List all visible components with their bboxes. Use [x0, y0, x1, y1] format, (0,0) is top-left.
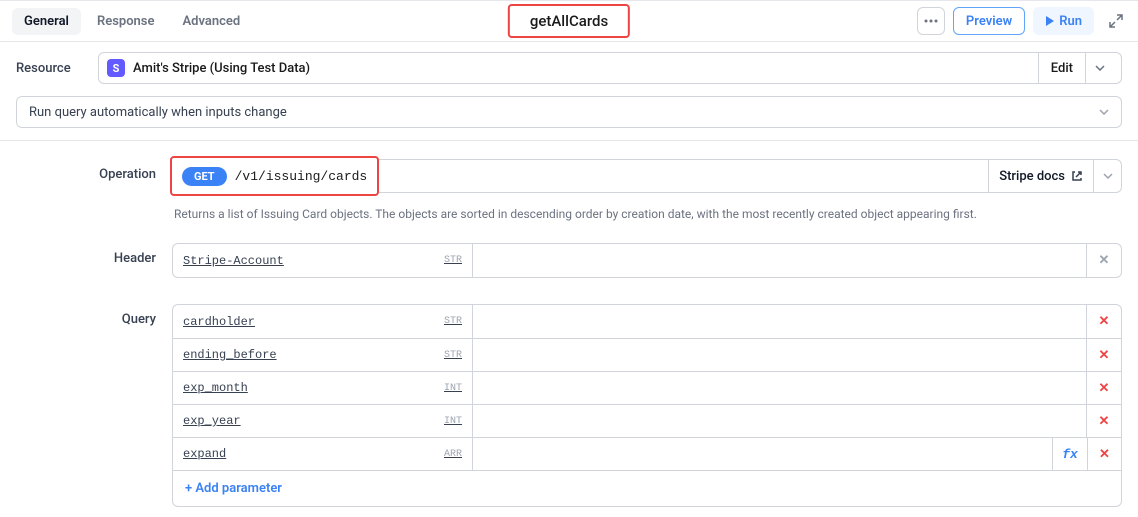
edit-button[interactable]: Edit — [1039, 61, 1085, 76]
resource-name: Amit's Stripe (Using Test Data) — [133, 61, 1030, 76]
remove-query-button[interactable]: ✕ — [1087, 438, 1121, 470]
query-value-input[interactable] — [473, 372, 1087, 404]
header-label: Header — [16, 243, 156, 266]
operation-label: Operation — [16, 159, 156, 182]
fx-button[interactable]: fx — [1053, 438, 1087, 470]
query-row: exp_month INT ✕ — [173, 371, 1121, 404]
stripe-icon: S — [107, 59, 125, 77]
operation-highlight: GET /v1/issuing/cards — [170, 156, 379, 196]
preview-button[interactable]: Preview — [953, 7, 1025, 35]
chevron-down-icon — [1099, 109, 1109, 115]
close-icon: ✕ — [1099, 253, 1110, 268]
top-bar: General Response Advanced getAllCards Pr… — [0, 0, 1138, 42]
query-key-text: exp_year — [183, 414, 241, 428]
resource-row: Resource S Amit's Stripe (Using Test Dat… — [16, 52, 1122, 84]
resource-dropdown-toggle[interactable] — [1085, 53, 1113, 83]
query-value-input[interactable] — [473, 405, 1087, 437]
operation-description: Returns a list of Issuing Card objects. … — [172, 201, 1122, 235]
tab-general[interactable]: General — [12, 8, 81, 35]
query-table: cardholder STR ✕ ending_before STR ✕ exp… — [172, 304, 1122, 507]
query-key-text: exp_month — [183, 381, 248, 395]
query-type: INT — [444, 416, 462, 427]
query-key-text: expand — [183, 447, 226, 461]
header-key[interactable]: Stripe-Account STR — [173, 244, 473, 277]
remove-query-button[interactable]: ✕ — [1087, 405, 1121, 437]
query-label: Query — [16, 304, 156, 327]
external-link-icon — [1071, 170, 1083, 182]
query-type: ARR — [444, 449, 462, 460]
docs-link[interactable]: Stripe docs — [988, 160, 1093, 192]
run-mode-select[interactable]: Run query automatically when inputs chan… — [16, 96, 1122, 128]
fx-icon: fx — [1062, 447, 1078, 462]
query-title-input[interactable]: getAllCards — [508, 4, 630, 38]
remove-header-button[interactable]: ✕ — [1087, 244, 1121, 277]
close-icon: ✕ — [1099, 314, 1110, 329]
query-row: expand ARR fx ✕ — [173, 437, 1121, 470]
chevron-down-icon — [1103, 173, 1113, 179]
header-row: Stripe-Account STR ✕ — [173, 244, 1121, 277]
more-icon — [924, 19, 938, 23]
query-value-input[interactable] — [473, 305, 1087, 338]
operation-select[interactable]: GET /v1/issuing/cards Stripe docs — [172, 159, 1122, 193]
query-key[interactable]: ending_before STR — [173, 339, 473, 371]
header-key-text: Stripe-Account — [183, 254, 284, 268]
tab-response[interactable]: Response — [85, 8, 167, 35]
query-row: ending_before STR ✕ — [173, 338, 1121, 371]
body-area: Resource S Amit's Stripe (Using Test Dat… — [0, 42, 1138, 517]
query-key[interactable]: exp_month INT — [173, 372, 473, 404]
more-button[interactable] — [917, 7, 945, 35]
header-table: Stripe-Account STR ✕ — [172, 243, 1122, 278]
query-key[interactable]: expand ARR — [173, 438, 473, 470]
play-icon — [1045, 16, 1055, 26]
query-type: STR — [444, 350, 462, 361]
query-row: exp_year INT ✕ — [173, 404, 1121, 437]
remove-query-button[interactable]: ✕ — [1087, 372, 1121, 404]
tab-advanced[interactable]: Advanced — [171, 8, 253, 35]
query-value-input[interactable] — [473, 438, 1053, 470]
query-type: INT — [444, 383, 462, 394]
right-controls: Preview Run — [917, 7, 1126, 35]
add-parameter-button[interactable]: + Add parameter — [173, 470, 1121, 506]
query-type: STR — [444, 316, 462, 327]
close-icon: ✕ — [1099, 348, 1110, 363]
close-icon: ✕ — [1099, 414, 1110, 429]
expand-icon — [1109, 14, 1123, 28]
run-button[interactable]: Run — [1033, 7, 1094, 35]
fullscreen-button[interactable] — [1106, 11, 1126, 31]
query-key[interactable]: cardholder STR — [173, 305, 473, 338]
docs-label: Stripe docs — [999, 169, 1065, 184]
chevron-down-icon — [1095, 65, 1105, 71]
query-key-text: cardholder — [183, 315, 255, 329]
run-mode-label: Run query automatically when inputs chan… — [29, 105, 287, 120]
query-value-input[interactable] — [473, 339, 1087, 371]
tab-group: General Response Advanced — [12, 8, 252, 35]
remove-query-button[interactable]: ✕ — [1087, 305, 1121, 338]
edit-segment: Edit — [1038, 53, 1113, 83]
close-icon: ✕ — [1099, 381, 1110, 396]
resource-label: Resource — [16, 61, 88, 76]
query-key[interactable]: exp_year INT — [173, 405, 473, 437]
operation-dropdown-toggle[interactable] — [1093, 160, 1121, 192]
operation-path: /v1/issuing/cards — [235, 169, 368, 184]
divider — [0, 140, 1138, 141]
header-value-input[interactable] — [473, 244, 1087, 277]
header-type: STR — [444, 255, 462, 266]
method-pill: GET — [182, 167, 227, 186]
resource-select[interactable]: S Amit's Stripe (Using Test Data) Edit — [98, 52, 1122, 84]
title-container: getAllCards — [508, 4, 630, 38]
query-row: cardholder STR ✕ — [173, 305, 1121, 338]
config-grid: Operation GET /v1/issuing/cards Stripe d… — [16, 159, 1122, 507]
remove-query-button[interactable]: ✕ — [1087, 339, 1121, 371]
query-key-text: ending_before — [183, 348, 277, 362]
run-label: Run — [1059, 14, 1082, 29]
close-icon: ✕ — [1099, 447, 1110, 462]
